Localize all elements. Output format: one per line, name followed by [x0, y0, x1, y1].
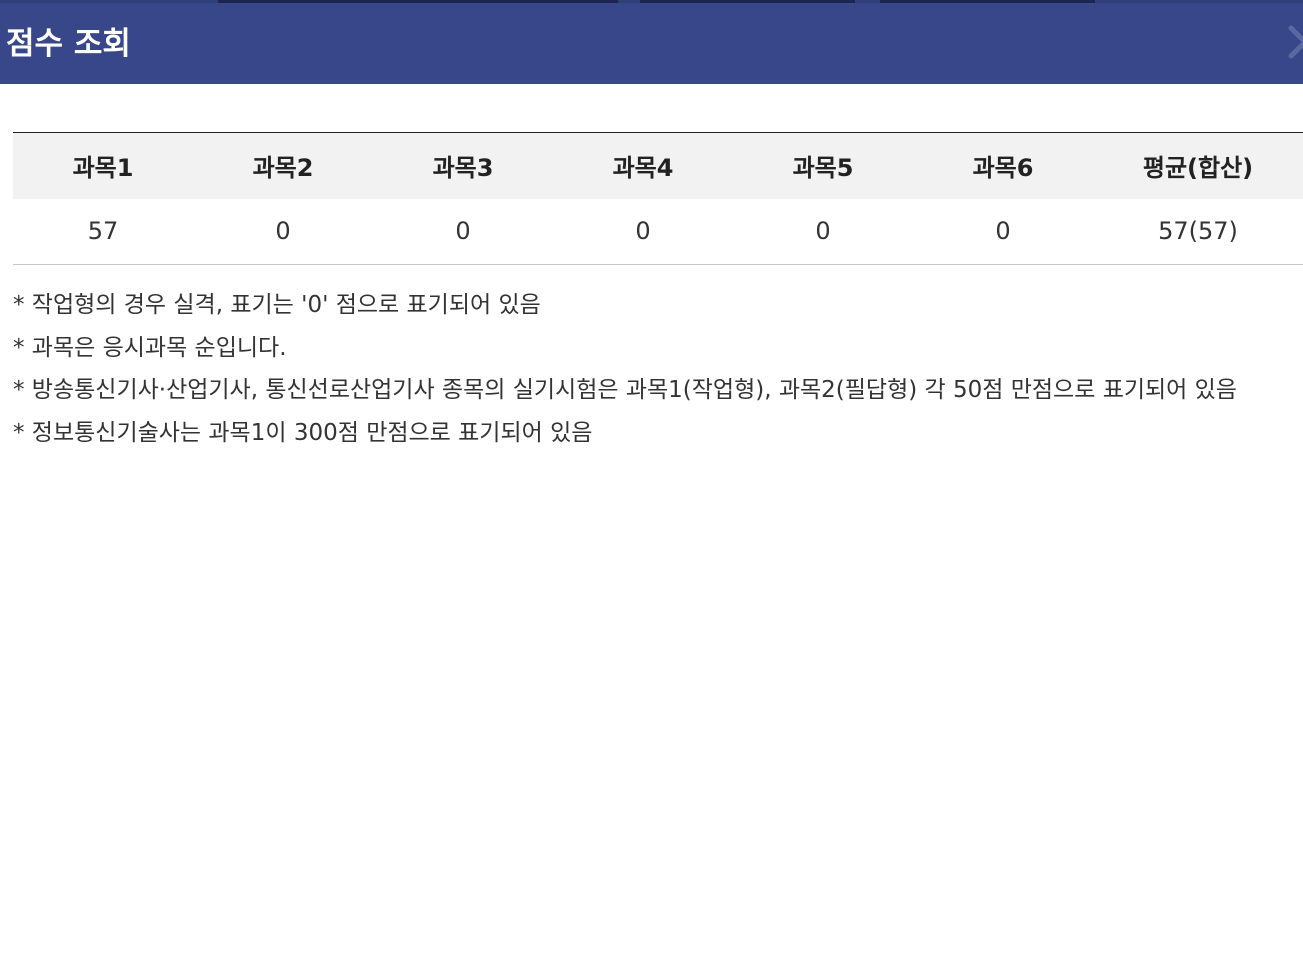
score-cell-subject3: 0 — [373, 198, 553, 265]
column-header-subject4: 과목4 — [553, 132, 733, 199]
score-table: 과목1 과목2 과목3 과목4 과목5 과목6 평균(합산) 57 0 0 0 … — [13, 132, 1303, 265]
note-item: * 정보통신기술사는 과목1이 300점 만점으로 표기되어 있음 — [13, 419, 593, 446]
note-item: * 작업형의 경우 실격, 표기는 '0' 점으로 표기되어 있음 — [13, 292, 541, 318]
score-cell-subject1: 57 — [13, 198, 193, 265]
score-cell-average: 57(57) — [1093, 198, 1303, 265]
close-button[interactable] — [1285, 22, 1303, 62]
table-header-row: 과목1 과목2 과목3 과목4 과목5 과목6 평균(합산) — [13, 132, 1303, 199]
top-strip — [0, 0, 1303, 3]
column-header-subject2: 과목2 — [193, 132, 373, 199]
column-header-average: 평균(합산) — [1093, 132, 1303, 199]
column-header-subject5: 과목5 — [733, 132, 913, 199]
notes-list: * 작업형의 경우 실격, 표기는 '0' 점으로 표기되어 있음 * 과목은 … — [13, 284, 1298, 454]
score-cell-subject2: 0 — [193, 198, 373, 265]
note-item: * 과목은 응시과목 순입니다. — [13, 334, 287, 361]
score-cell-subject4: 0 — [553, 198, 733, 265]
score-cell-subject5: 0 — [733, 198, 913, 265]
column-header-subject1: 과목1 — [13, 132, 193, 199]
table-row: 57 0 0 0 0 0 57(57) — [13, 198, 1303, 265]
note-item: * 방송통신기사·산업기사, 통신선로산업기사 종목의 실기시험은 과목1(작업… — [13, 377, 1237, 403]
column-header-subject6: 과목6 — [913, 132, 1093, 199]
score-cell-subject6: 0 — [913, 198, 1093, 265]
column-header-subject3: 과목3 — [373, 132, 553, 199]
page-title: 점수 조회 — [6, 26, 131, 62]
header-bar: 점수 조회 — [0, 0, 1303, 84]
